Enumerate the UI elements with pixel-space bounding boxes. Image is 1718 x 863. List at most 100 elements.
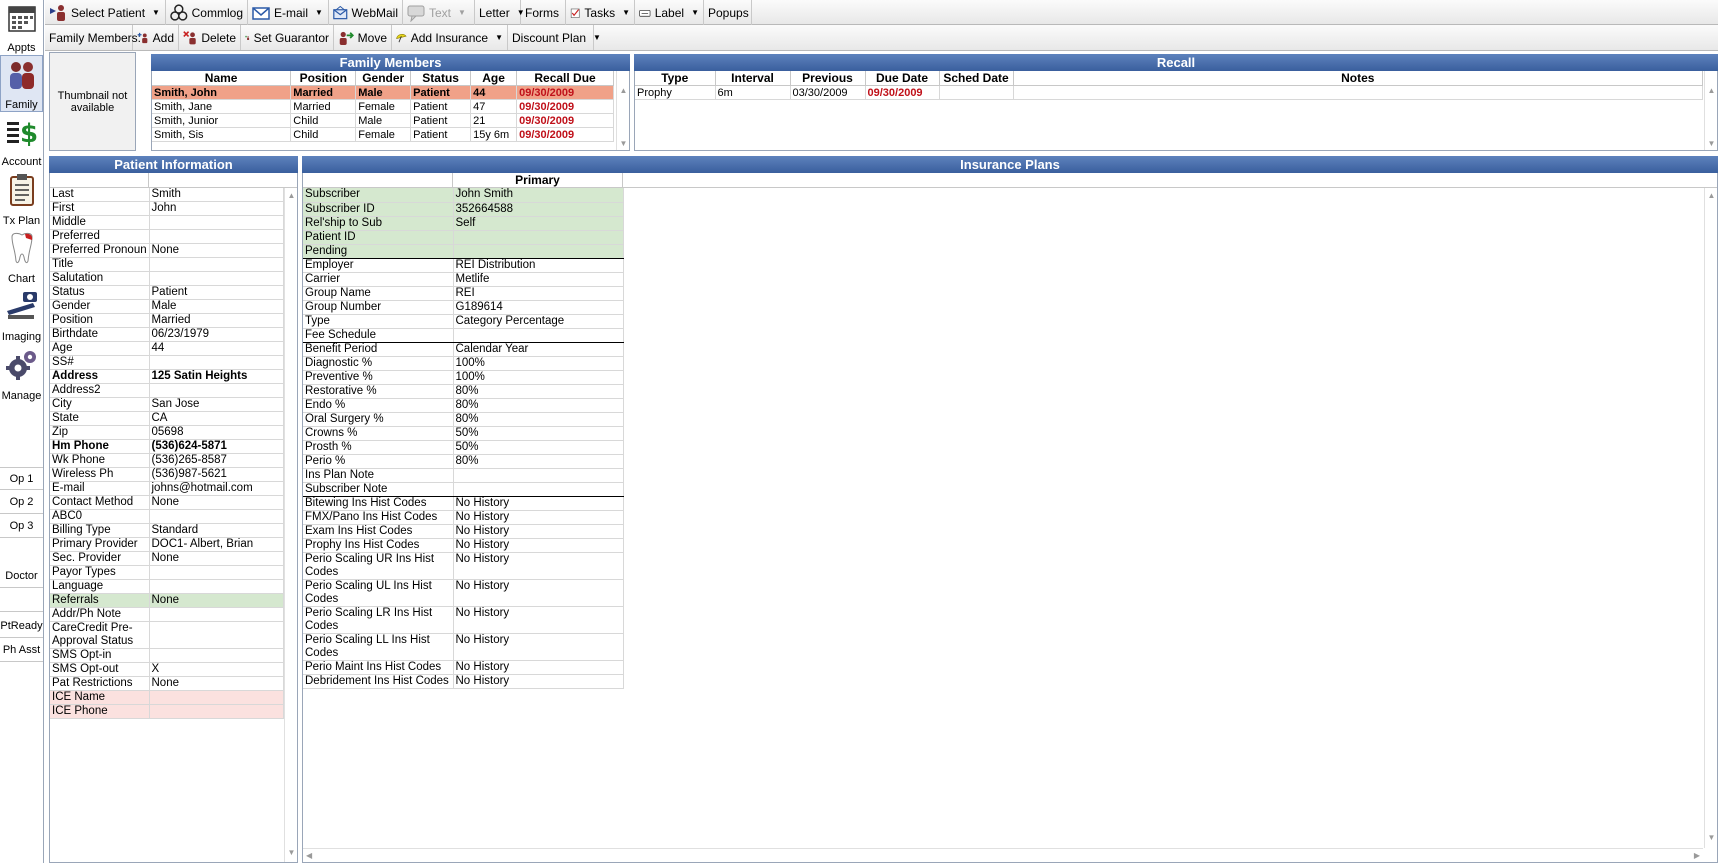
select-patient-button[interactable]: Select Patient ▼ <box>45 0 166 25</box>
phasst-button[interactable]: Ph Asst <box>0 639 43 662</box>
insurance-row[interactable]: Patient ID <box>303 230 624 245</box>
insurance-row[interactable]: Subscriber ID 352664588 <box>303 202 624 217</box>
op2-button[interactable]: Op 2 <box>0 491 43 514</box>
patient-info-row[interactable]: Address 125 Satin Heights <box>50 369 284 385</box>
col-gender[interactable]: Gender <box>355 71 412 86</box>
insurance-row[interactable]: Rel'ship to Sub Self <box>303 216 624 231</box>
add-member-button[interactable]: Add <box>133 25 179 50</box>
patient-info-row[interactable]: Status Patient <box>50 285 284 301</box>
col-previous[interactable]: Previous <box>790 71 866 86</box>
insurance-row[interactable]: Group Name REI <box>303 286 624 301</box>
patient-info-row[interactable]: Wk Phone (536)265-8587 <box>50 453 284 469</box>
insurance-row[interactable]: Bitewing Ins Hist Codes No History <box>303 496 624 511</box>
patient-info-row[interactable]: Pat Restrictions None <box>50 676 284 692</box>
col-status[interactable]: Status <box>410 71 472 86</box>
insurance-row[interactable]: Fee Schedule <box>303 328 624 343</box>
insurance-vscrollbar[interactable]: ▲ ▼ <box>1704 188 1717 848</box>
insurance-row[interactable]: Crowns % 50% <box>303 426 624 441</box>
col-age[interactable]: Age <box>470 71 518 86</box>
module-family[interactable]: Family <box>0 55 43 112</box>
scroll-up-icon[interactable]: ▲ <box>1705 85 1718 97</box>
family-scrollbar[interactable]: ▲ ▼ <box>616 71 629 150</box>
insurance-row[interactable]: Perio Scaling UR Ins Hist Codes No Histor… <box>303 552 624 580</box>
patient-info-row[interactable]: Age 44 <box>50 341 284 357</box>
col-due-date[interactable]: Due Date <box>865 71 940 86</box>
patient-info-row[interactable]: Wireless Ph (536)987-5621 <box>50 467 284 483</box>
insurance-row[interactable]: FMX/Pano Ins Hist Codes No History <box>303 510 624 525</box>
forms-button[interactable]: Forms <box>521 0 566 25</box>
insurance-row[interactable]: Type Category Percentage <box>303 314 624 329</box>
popups-button[interactable]: Popups <box>704 0 752 25</box>
insurance-row[interactable]: Prosth % 50% <box>303 440 624 455</box>
ptready-button[interactable]: PtReady <box>0 615 43 638</box>
op-blank-1[interactable] <box>0 539 43 564</box>
patient-info-row[interactable]: Title <box>50 257 284 273</box>
op-blank-2[interactable] <box>0 589 43 612</box>
patient-info-row[interactable]: Zip 05698 <box>50 425 284 441</box>
scroll-down-icon[interactable]: ▼ <box>285 847 297 859</box>
patient-info-scrollbar[interactable]: ▲ ▼ <box>284 188 297 862</box>
insurance-row[interactable]: Exam Ins Hist Codes No History <box>303 524 624 539</box>
patient-info-row[interactable]: E-mail johns@hotmail.com <box>50 481 284 497</box>
col-primary[interactable]: Primary <box>453 173 623 187</box>
module-imaging[interactable]: Imaging <box>0 286 43 343</box>
scroll-up-icon[interactable]: ▲ <box>617 85 630 97</box>
insurance-row[interactable]: Preventive % 100% <box>303 370 624 385</box>
patient-info-row[interactable]: Contact Method None <box>50 495 284 511</box>
set-guarantor-button[interactable]: Set Guarantor <box>241 25 334 50</box>
insurance-row[interactable]: Debridement Ins Hist Codes No History <box>303 674 624 689</box>
family-row[interactable]: Smith, Jane Married Female Patient 47 09/30/2… <box>152 99 614 114</box>
insurance-row[interactable]: Subscriber John Smith <box>303 188 624 203</box>
patient-info-row[interactable]: Middle <box>50 215 284 231</box>
scroll-down-icon[interactable]: ▼ <box>617 138 630 150</box>
family-row[interactable]: Smith, John Married Male Patient 44 09/30/200… <box>152 85 614 100</box>
insurance-row[interactable]: Carrier Metlife <box>303 272 624 287</box>
patient-info-row[interactable]: Primary Provider DOC1- Albert, Brian <box>50 537 284 553</box>
col-position[interactable]: Position <box>290 71 357 86</box>
insurance-row[interactable]: Employer REI Distribution <box>303 258 624 273</box>
patient-info-row[interactable]: Billing Type Standard <box>50 523 284 539</box>
insurance-row[interactable]: Pending <box>303 244 624 259</box>
doctor-button[interactable]: Doctor <box>0 565 43 588</box>
insurance-row[interactable]: Subscriber Note <box>303 482 624 497</box>
scroll-up-icon[interactable]: ▲ <box>1705 190 1717 202</box>
insurance-row[interactable]: Endo % 80% <box>303 398 624 413</box>
insurance-row[interactable]: Restorative % 80% <box>303 384 624 399</box>
patient-info-row[interactable]: State CA <box>50 411 284 427</box>
patient-info-row[interactable]: Position Married <box>50 313 284 329</box>
module-account[interactable]: $ Account <box>0 113 43 168</box>
module-txplan[interactable]: Tx Plan <box>0 170 43 227</box>
patient-info-row[interactable]: Gender Male <box>50 299 284 315</box>
patient-info-row[interactable]: ICE Phone <box>50 704 284 720</box>
insurance-row[interactable]: Perio % 80% <box>303 454 624 469</box>
col-recall-due[interactable]: Recall Due <box>516 71 614 86</box>
insurance-row[interactable]: Benefit Period Calendar Year <box>303 342 624 357</box>
patient-info-row[interactable]: First John <box>50 201 284 217</box>
module-appts[interactable]: Appts <box>0 0 43 54</box>
recall-row[interactable]: Prophy 6m 03/30/2009 09/30/2009 <box>635 85 1703 100</box>
patient-info-row[interactable]: SMS Opt-in <box>50 648 284 664</box>
label-button[interactable]: Label ▼ <box>635 0 704 25</box>
tasks-button[interactable]: Tasks ▼ <box>566 0 635 25</box>
col-interval[interactable]: Interval <box>715 71 791 86</box>
email-button[interactable]: E-mail ▼ <box>248 0 329 25</box>
patient-info-row[interactable]: Last Smith <box>50 188 284 203</box>
insurance-row[interactable]: Perio Maint Ins Hist Codes No History <box>303 660 624 675</box>
scroll-left-icon[interactable]: ◀ <box>306 849 312 862</box>
family-row[interactable]: Smith, Sis Child Female Patient 15y 6m 09/30/… <box>152 127 614 142</box>
op3-button[interactable]: Op 3 <box>0 515 43 538</box>
insurance-row[interactable]: Perio Scaling LR Ins Hist Codes No Histor… <box>303 606 624 634</box>
patient-info-row[interactable]: Hm Phone (536)624-5871 <box>50 439 284 455</box>
scroll-down-icon[interactable]: ▼ <box>1705 832 1717 844</box>
col-name[interactable]: Name <box>152 71 292 86</box>
letter-button[interactable]: Letter ▼ <box>475 0 525 25</box>
patient-info-row[interactable]: Payor Types <box>50 565 284 581</box>
insurance-row[interactable]: Perio Scaling UL Ins Hist Codes No Histor… <box>303 579 624 607</box>
recall-scrollbar[interactable]: ▲ ▼ <box>1704 71 1717 150</box>
insurance-hscrollbar[interactable]: ◀ ▶ <box>303 848 1703 862</box>
scroll-right-icon[interactable]: ▶ <box>1694 849 1700 862</box>
patient-info-row[interactable]: Preferred <box>50 229 284 245</box>
commlog-button[interactable]: Commlog <box>166 0 248 25</box>
delete-member-button[interactable]: Delete <box>179 25 241 50</box>
family-row[interactable]: Smith, Junior Child Male Patient 21 09/30/200… <box>152 113 614 128</box>
